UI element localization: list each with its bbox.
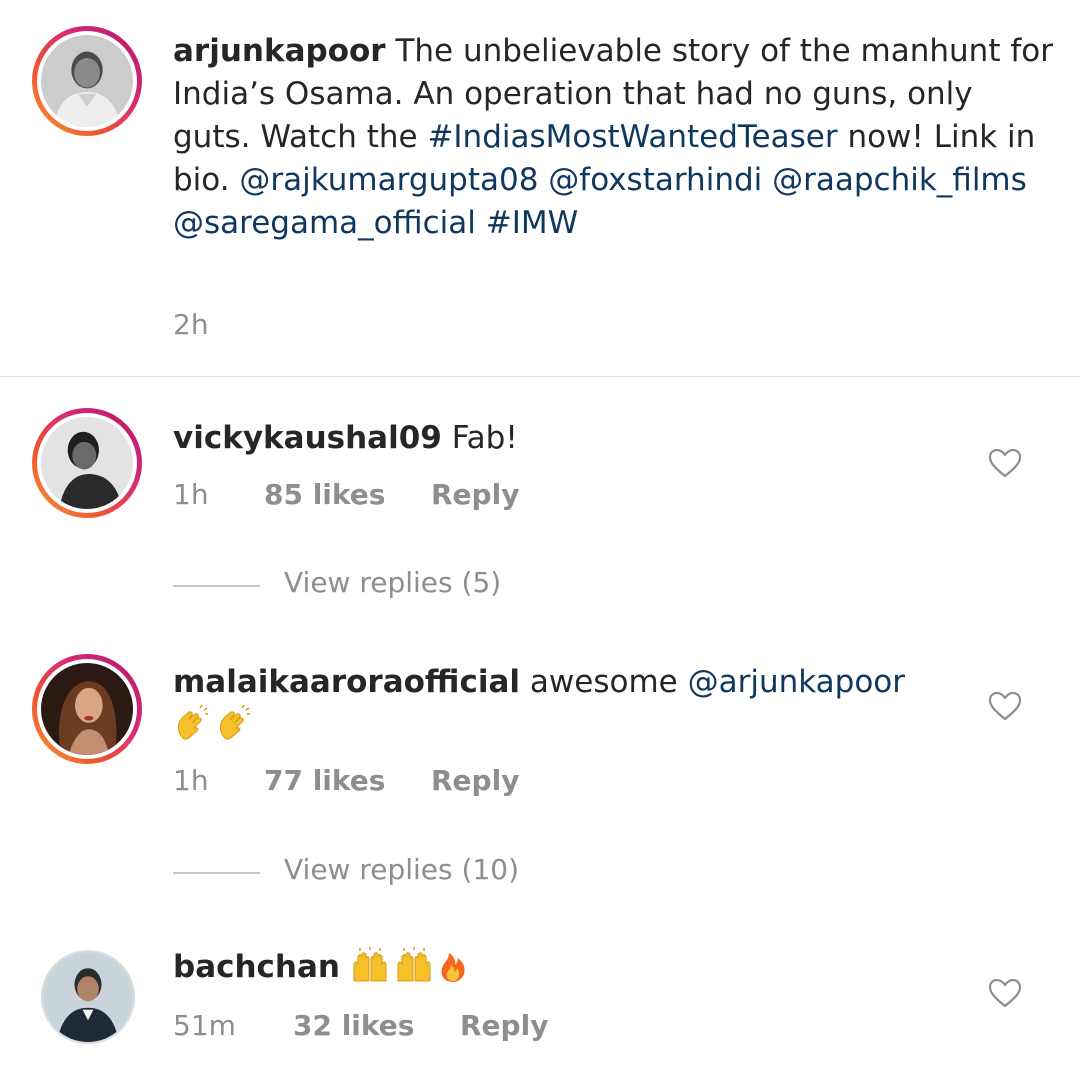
replies-line	[173, 872, 260, 874]
avatar-photo	[41, 35, 133, 127]
mention-link[interactable]: @raapchik_films	[772, 162, 1027, 198]
comment-timestamp: 1h	[173, 764, 209, 797]
view-replies-label: View replies (10)	[284, 853, 519, 886]
hashtag-link[interactable]: #IndiasMostWantedTeaser	[427, 119, 837, 155]
post-author-avatar[interactable]	[32, 26, 142, 136]
post-caption: arjunkapoor The unbelievable story of th…	[173, 30, 1053, 245]
raising-hands-emoji	[350, 947, 390, 995]
caption-text	[762, 162, 772, 198]
post-author-username[interactable]: arjunkapoor	[173, 33, 386, 69]
comment-timestamp: 51m	[173, 1009, 236, 1042]
raising-hands-emoji	[394, 947, 434, 995]
hashtag-link[interactable]: #IMW	[486, 205, 579, 241]
comment-username[interactable]: malaikaaroraofficial	[173, 664, 520, 700]
comment-likes[interactable]: 77 likes	[264, 764, 385, 797]
person-photo-icon	[41, 663, 133, 755]
caption-text	[476, 205, 486, 241]
caption-text	[538, 162, 548, 198]
clapping-hands-emoji	[215, 704, 253, 754]
avatar-photo	[41, 663, 133, 755]
comment-avatar[interactable]	[41, 950, 135, 1044]
heart-outline-icon[interactable]	[988, 978, 1022, 1008]
fire-emoji	[438, 947, 468, 995]
post-timestamp: 2h	[173, 308, 209, 341]
comment-body: Fab!	[441, 420, 518, 456]
comment-text: malaikaaroraofficial awesome @arjunkapoo…	[173, 661, 953, 754]
replies-line	[173, 585, 260, 587]
comment-text: bachchan	[173, 946, 953, 995]
comment-avatar[interactable]	[32, 654, 142, 764]
divider	[0, 376, 1080, 377]
mention-link[interactable]: @saregama_official	[173, 205, 476, 241]
mention-link[interactable]: @foxstarhindi	[548, 162, 762, 198]
avatar-photo	[43, 952, 133, 1042]
mention-link[interactable]: @arjunkapoor	[688, 664, 905, 700]
comment-likes[interactable]: 85 likes	[264, 478, 385, 511]
reply-button[interactable]: Reply	[431, 764, 519, 797]
comment-avatar[interactable]	[32, 408, 142, 518]
heart-outline-icon[interactable]	[988, 691, 1022, 721]
comment-likes[interactable]: 32 likes	[293, 1009, 414, 1042]
mention-link[interactable]: @rajkumargupta08	[239, 162, 538, 198]
comment-username[interactable]: vickykaushal09	[173, 420, 442, 456]
comment-text: vickykaushal09 Fab!	[173, 417, 953, 460]
view-replies-button[interactable]: View replies (10)	[173, 853, 533, 893]
avatar-photo	[41, 417, 133, 509]
person-photo-icon	[41, 35, 133, 127]
reply-button[interactable]: Reply	[460, 1009, 548, 1042]
comment-body: awesome	[520, 664, 688, 700]
view-replies-button[interactable]: View replies (5)	[173, 566, 513, 606]
person-photo-icon	[43, 952, 133, 1042]
heart-outline-icon[interactable]	[988, 448, 1022, 478]
clapping-hands-emoji	[173, 704, 211, 754]
person-photo-icon	[41, 417, 133, 509]
comment-username[interactable]: bachchan	[173, 949, 340, 985]
reply-button[interactable]: Reply	[431, 478, 519, 511]
view-replies-label: View replies (5)	[284, 566, 502, 599]
comment-timestamp: 1h	[173, 478, 209, 511]
